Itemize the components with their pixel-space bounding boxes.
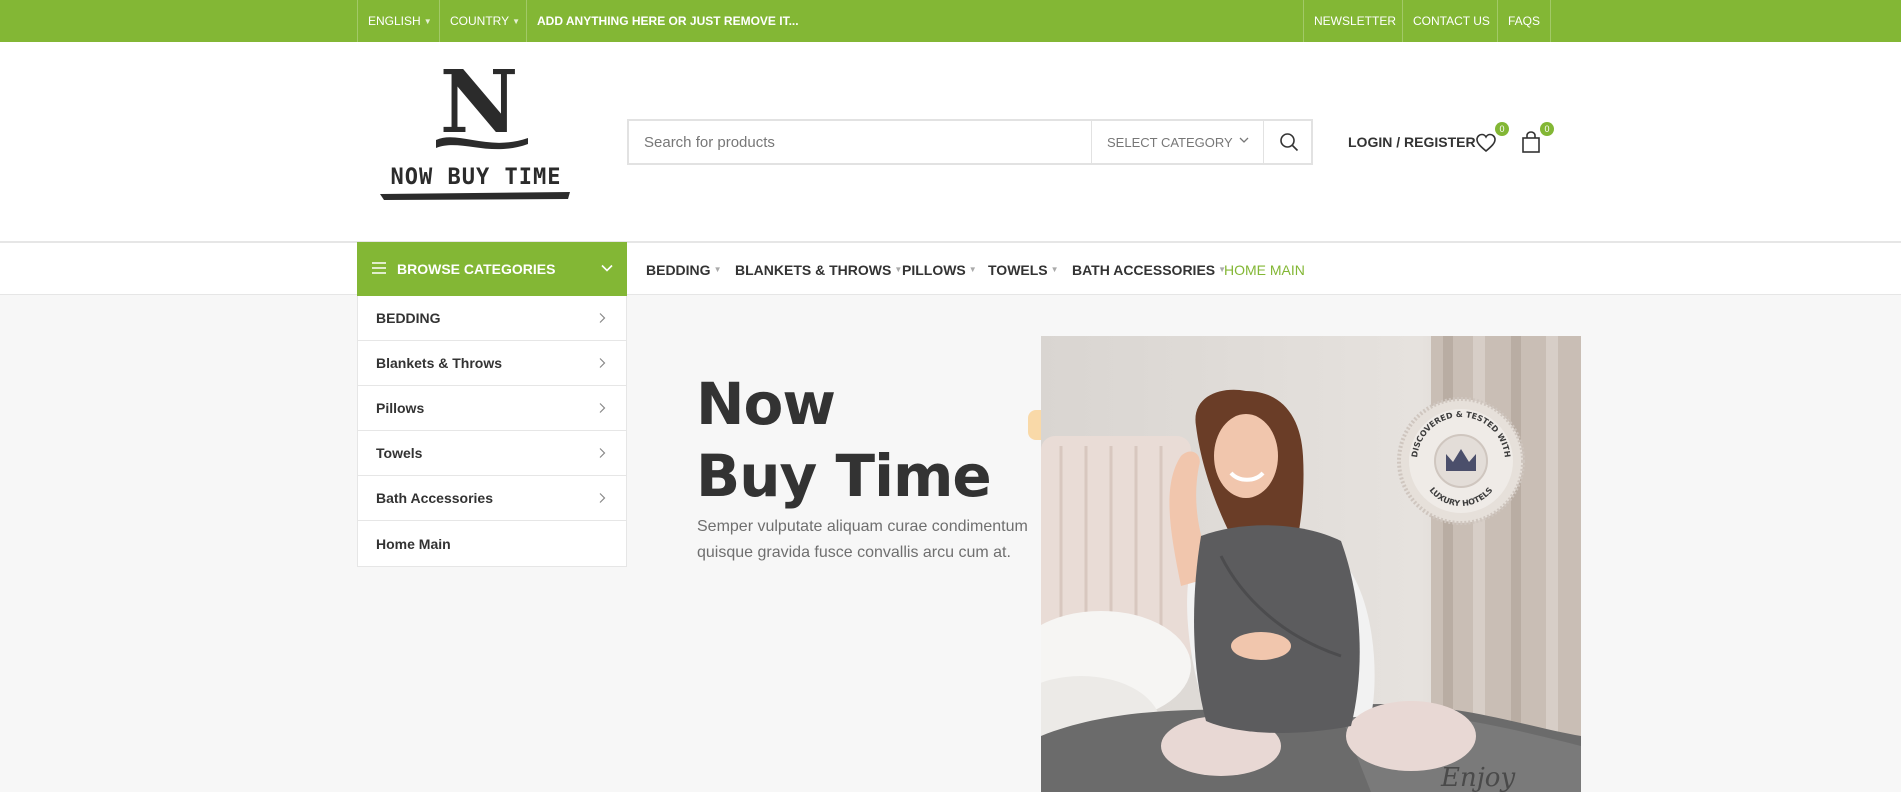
main-navigation: BROWSE CATEGORIES BEDDING ▼ BLANKETS & TH…: [0, 242, 1901, 296]
hero-title: Now Buy Time: [696, 368, 992, 512]
browse-categories-label: BROWSE CATEGORIES: [397, 261, 556, 277]
sidebar-item-towels[interactable]: Towels: [358, 431, 626, 476]
category-sidebar: BEDDING Blankets & Throws Pillows Towels…: [357, 296, 627, 567]
chevron-right-icon: [599, 358, 606, 368]
sidebar-item-label: Towels: [376, 445, 423, 461]
sidebar-item-label: Home Main: [376, 535, 451, 552]
hero-image[interactable]: DISCOVERED & TESTED WITH LUXURY HOTELS E…: [1041, 336, 1581, 792]
chevron-right-icon: [599, 313, 606, 323]
chevron-down-icon: ▼: [512, 16, 521, 26]
shopping-bag-icon: [1522, 131, 1540, 153]
chevron-down-icon: [601, 264, 613, 272]
sidebar-item-bath-accessories[interactable]: Bath Accessories: [358, 476, 626, 521]
country-selector[interactable]: COUNTRY ▼: [439, 0, 530, 42]
wishlist-count-badge: 0: [1495, 122, 1509, 136]
hero-title-line: Now: [696, 370, 836, 438]
chevron-down-icon: ▼: [713, 265, 722, 274]
language-label: ENGLISH: [368, 14, 421, 28]
nav-item-towels[interactable]: TOWELS ▼: [988, 243, 1059, 296]
sidebar-item-bedding[interactable]: BEDDING: [358, 296, 626, 341]
language-selector[interactable]: ENGLISH ▼: [357, 0, 442, 42]
svg-text:NOW BUY TIME: NOW BUY TIME: [391, 165, 562, 190]
chevron-down-icon: ▼: [1050, 265, 1059, 274]
category-select[interactable]: SELECT CATEGORY: [1091, 121, 1263, 163]
cart-count-badge: 0: [1540, 122, 1554, 136]
site-logo[interactable]: N NOW BUY TIME: [378, 52, 573, 205]
chevron-right-icon: [599, 448, 606, 458]
hero-title-line: Buy Time: [696, 442, 992, 510]
hero-description: Semper vulputate aliquam curae condiment…: [697, 518, 1028, 561]
nav-item-label: HOME MAIN: [1224, 261, 1305, 278]
sidebar-item-blankets-throws[interactable]: Blankets & Throws: [358, 341, 626, 386]
nav-item-bedding[interactable]: BEDDING ▼: [646, 243, 721, 296]
search-form: SELECT CATEGORY: [627, 119, 1313, 165]
sidebar-item-pillows[interactable]: Pillows: [358, 386, 626, 431]
logo-graphic: N NOW BUY TIME: [380, 52, 570, 200]
chevron-right-icon: [599, 493, 606, 503]
newsletter-link[interactable]: NEWSLETTER: [1303, 0, 1406, 42]
login-register-link[interactable]: LOGIN / REGISTER: [1348, 132, 1476, 152]
heart-icon: [1476, 133, 1496, 153]
hero-photo: DISCOVERED & TESTED WITH LUXURY HOTELS E…: [1041, 336, 1581, 792]
chevron-down-icon: [1239, 137, 1249, 143]
script-overlay-text: Enjoy: [1440, 763, 1515, 792]
search-button[interactable]: [1263, 121, 1313, 163]
nav-item-label: TOWELS: [988, 261, 1048, 278]
divider: [526, 0, 527, 42]
promo-text: ADD ANYTHING HERE OR JUST REMOVE IT...: [537, 14, 799, 28]
category-select-label: SELECT CATEGORY: [1107, 134, 1233, 150]
nav-item-pillows[interactable]: PILLOWS ▼: [902, 243, 977, 296]
sidebar-item-label: BEDDING: [376, 310, 441, 326]
menu-icon: [372, 262, 386, 274]
chevron-down-icon: ▼: [968, 265, 977, 274]
nav-item-label: BATH ACCESSORIES: [1072, 261, 1216, 278]
search-icon: [1279, 133, 1298, 152]
nav-item-label: BLANKETS & THROWS: [735, 261, 892, 278]
sidebar-item-label: Blankets & Throws: [376, 355, 503, 371]
nav-item-label: PILLOWS: [902, 261, 966, 278]
sidebar-item-label: Bath Accessories: [376, 490, 493, 506]
sidebar-item-home-main[interactable]: Home Main: [358, 521, 626, 566]
nav-item-bath-accessories[interactable]: BATH ACCESSORIES ▼: [1072, 243, 1226, 296]
top-bar-inner: ENGLISH ▼ COUNTRY ▼ ADD ANYTHING HERE OR J…: [357, 0, 1552, 42]
nav-item-label: BEDDING: [646, 261, 711, 278]
chevron-down-icon: ▼: [423, 16, 432, 26]
luxury-hotels-badge: DISCOVERED & TESTED WITH LUXURY HOTELS: [1397, 397, 1525, 525]
contact-us-link[interactable]: CONTACT US: [1402, 0, 1500, 42]
nav-item-blankets-throws[interactable]: BLANKETS & THROWS ▼: [735, 243, 902, 296]
cart-button[interactable]: 0: [1520, 122, 1554, 156]
nav-item-home-main[interactable]: HOME MAIN: [1224, 243, 1305, 296]
header: N NOW BUY TIME SELECT CATEGORY LOGIN / R…: [0, 42, 1901, 242]
country-label: COUNTRY: [450, 14, 510, 28]
search-input[interactable]: [629, 121, 1091, 163]
sidebar-item-label: Pillows: [376, 400, 425, 416]
wishlist-button[interactable]: 0: [1475, 122, 1509, 156]
browse-categories-button[interactable]: BROWSE CATEGORIES: [357, 242, 627, 296]
top-bar: ENGLISH ▼ COUNTRY ▼ ADD ANYTHING HERE OR J…: [0, 0, 1901, 42]
faqs-link[interactable]: FAQS: [1497, 0, 1552, 42]
chevron-right-icon: [599, 403, 606, 413]
